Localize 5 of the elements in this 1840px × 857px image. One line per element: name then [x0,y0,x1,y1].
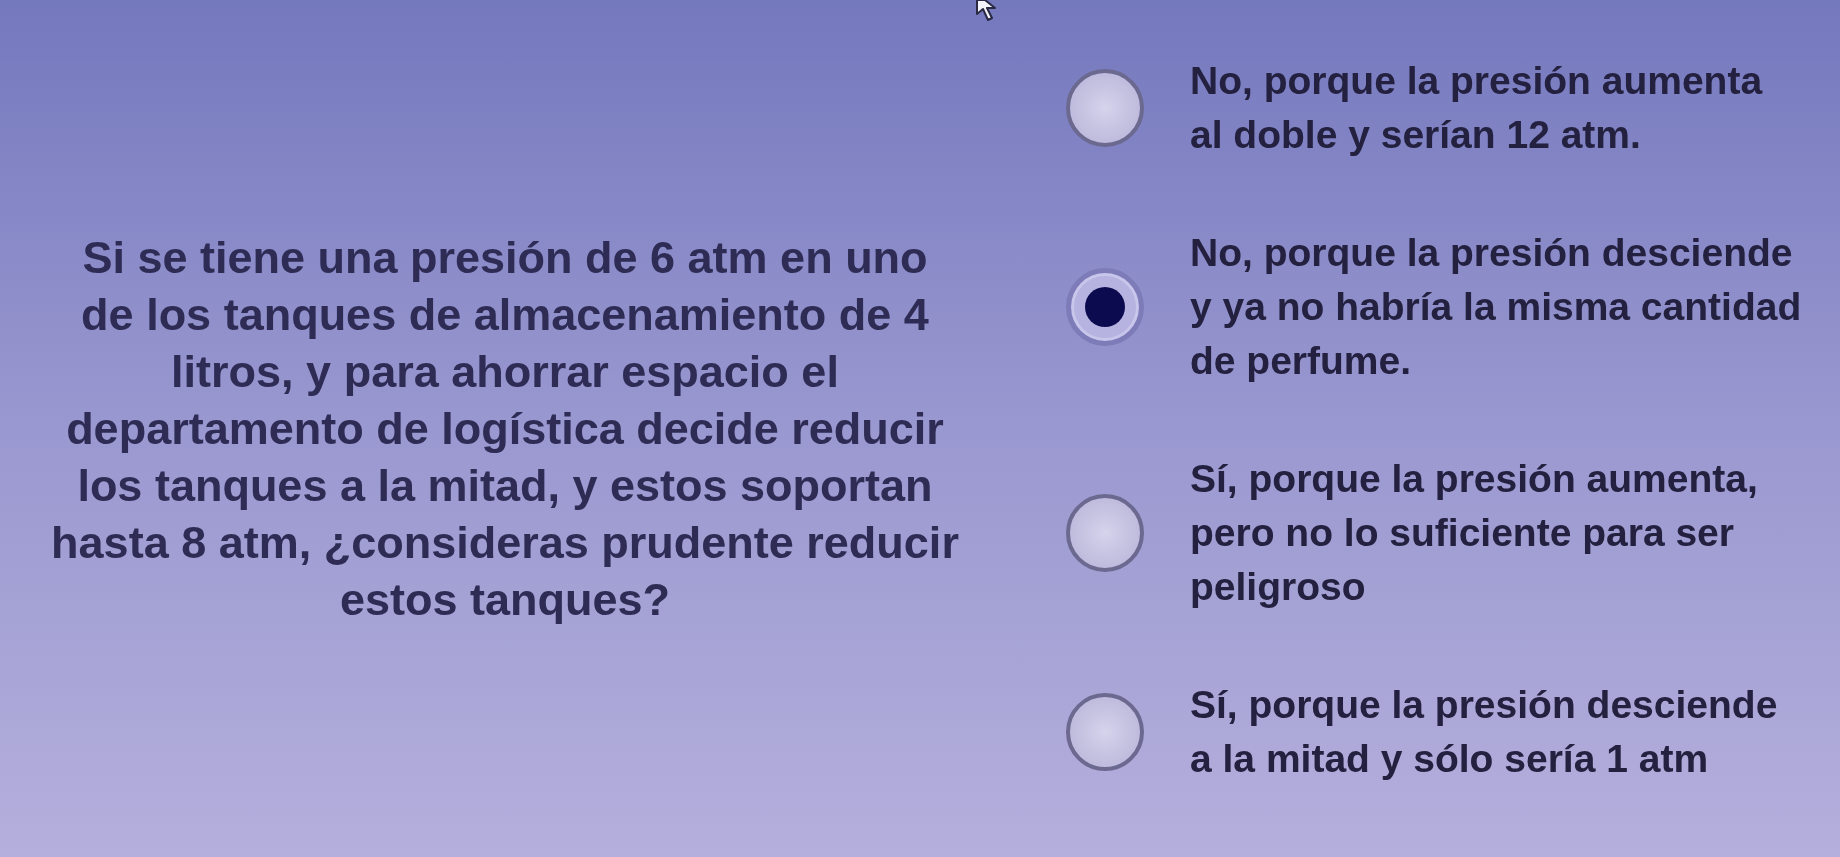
option-label[interactable]: Sí, porque la presión desciende a la mitad y sólo sería 1 atm [1190,678,1778,786]
option-label[interactable]: No, porque la presión desciende y ya no habría la misma cantidad de perfume. [1190,226,1802,388]
option-label[interactable]: No, porque la presión aumenta al doble y serían 12 atm. [1190,54,1763,162]
question-text: Si se tiene una presión de 6 atm en uno de los tanques de almacenamiento de 4 litros, y para ahorrar espacio el departamento de logística decide reducir los tanques a la mitad, y estos soportan hasta 8 atm, ¿consideras prudente reducir estos tanques? [51,231,959,627]
option-label[interactable]: Sí, porque la presión aumenta, pero no lo suficiente para ser peligroso [1190,452,1758,614]
